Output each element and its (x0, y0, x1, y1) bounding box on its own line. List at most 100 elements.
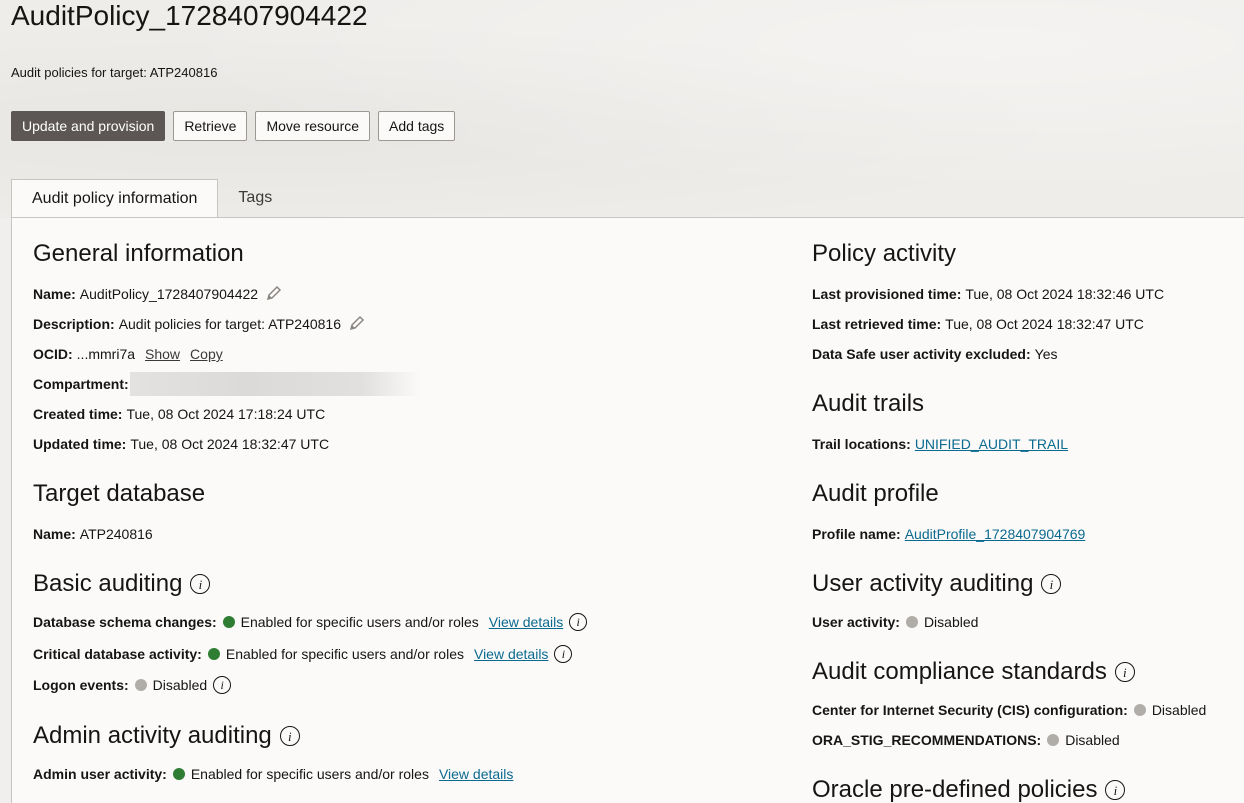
created-time-label: Created time: (33, 406, 123, 422)
user-activity-auditing-title: User activity auditing (812, 570, 1034, 597)
stig-recommendations-label: ORA_STIG_RECOMMENDATIONS: (812, 732, 1042, 748)
cis-configuration-label: Center for Internet Security (CIS) confi… (812, 702, 1128, 718)
trail-locations-row: Trail locations: UNIFIED_AUDIT_TRAIL (812, 435, 1068, 453)
profile-name-row: Profile name: AuditProfile_1728407904769 (812, 525, 1085, 543)
basic-auditing-info-icon[interactable]: i (190, 574, 211, 594)
cis-configuration-row: Center for Internet Security (CIS) confi… (812, 701, 1206, 719)
logon-events-row: Logon events: Disabled i (33, 676, 232, 694)
general-description-row: Description: Audit policies for target: … (33, 315, 365, 333)
target-database-title: Target database (33, 480, 206, 507)
ocid-value: ...mmri7a (76, 346, 136, 362)
user-activity-auditing-heading: User activity auditing i (812, 570, 1062, 598)
general-information-heading: General information (33, 240, 244, 268)
disabled-status-dot-icon (1047, 734, 1060, 746)
general-updated-row: Updated time: Tue, 08 Oct 2024 18:32:47 … (33, 435, 329, 453)
name-label: Name: (33, 286, 76, 302)
retrieve-button[interactable]: Retrieve (173, 111, 248, 141)
user-activity-excluded-row: Data Safe user activity excluded: Yes (812, 345, 1058, 363)
disabled-status-dot-icon (1133, 704, 1146, 716)
policy-activity-heading: Policy activity (812, 240, 956, 268)
last-retrieved-row: Last retrieved time: Tue, 08 Oct 2024 18… (812, 315, 1144, 333)
admin-activity-info-icon[interactable]: i (279, 726, 300, 746)
admin-user-activity-view-details-link[interactable]: View details (439, 766, 513, 782)
page-subtitle: Audit policies for target: ATP240816 (11, 65, 218, 80)
admin-user-activity-label: Admin user activity: (33, 766, 167, 782)
general-compartment-row: Compartment: (33, 372, 420, 396)
description-value: Audit policies for target: ATP240816 (118, 316, 342, 332)
stig-recommendations-row: ORA_STIG_RECOMMENDATIONS: Disabled (812, 731, 1120, 749)
critical-activity-view-details-link[interactable]: View details (474, 646, 548, 662)
predefined-policies-title: Oracle pre-defined policies (812, 776, 1098, 803)
profile-name-link[interactable]: AuditProfile_1728407904769 (905, 526, 1086, 542)
general-information-title: General information (33, 240, 244, 267)
admin-activity-heading: Admin activity auditing i (33, 722, 300, 750)
ocid-show-link[interactable]: Show (145, 346, 180, 362)
ocid-copy-link[interactable]: Copy (190, 346, 223, 362)
schema-changes-info-icon[interactable]: i (569, 613, 588, 631)
disabled-status-dot-icon (134, 679, 147, 691)
updated-time-value: Tue, 08 Oct 2024 18:32:47 UTC (130, 436, 330, 452)
enabled-status-dot-icon (207, 648, 220, 660)
trail-locations-link[interactable]: UNIFIED_AUDIT_TRAIL (915, 436, 1068, 452)
general-ocid-row: OCID: ...mmri7a Show Copy (33, 345, 223, 363)
tab-audit-policy-information[interactable]: Audit policy information (11, 179, 219, 219)
last-provisioned-label: Last provisioned time: (812, 286, 962, 302)
logon-events-label: Logon events: (33, 677, 129, 693)
edit-description-pencil-icon[interactable] (349, 315, 365, 334)
user-activity-row: User activity: Disabled (812, 613, 978, 631)
schema-changes-label: Database schema changes: (33, 614, 217, 630)
target-name-label: Name: (33, 526, 76, 542)
updated-time-label: Updated time: (33, 436, 127, 452)
logon-events-value: Disabled (152, 677, 208, 693)
name-value: AuditPolicy_1728407904422 (79, 286, 259, 302)
schema-changes-view-details-link[interactable]: View details (489, 614, 563, 630)
last-provisioned-row: Last provisioned time: Tue, 08 Oct 2024 … (812, 285, 1164, 303)
edit-name-pencil-icon[interactable] (266, 285, 282, 304)
critical-activity-label: Critical database activity: (33, 646, 202, 662)
tab-content-panel: General information Name: AuditPolicy_17… (11, 217, 1244, 803)
move-resource-button[interactable]: Move resource (255, 111, 371, 141)
last-provisioned-value: Tue, 08 Oct 2024 18:32:46 UTC (965, 286, 1165, 302)
audit-profile-heading: Audit profile (812, 480, 939, 508)
predefined-policies-info-icon[interactable]: i (1105, 780, 1126, 800)
target-name-row: Name: ATP240816 (33, 525, 153, 543)
audit-trails-title: Audit trails (812, 390, 925, 417)
enabled-status-dot-icon (222, 616, 235, 628)
compartment-label: Compartment: (33, 376, 129, 392)
user-activity-excluded-label: Data Safe user activity excluded: (812, 346, 1031, 362)
last-retrieved-value: Tue, 08 Oct 2024 18:32:47 UTC (945, 316, 1144, 332)
action-toolbar: Update and provision Retrieve Move resou… (11, 111, 456, 141)
basic-auditing-heading: Basic auditing i (33, 570, 211, 598)
tab-tags[interactable]: Tags (218, 179, 292, 218)
logon-events-info-icon[interactable]: i (213, 676, 232, 694)
update-and-provision-button[interactable]: Update and provision (11, 111, 166, 141)
admin-activity-title: Admin activity auditing (33, 722, 272, 749)
last-retrieved-label: Last retrieved time: (812, 316, 942, 332)
critical-activity-row: Critical database activity: Enabled for … (33, 645, 573, 663)
critical-activity-value: Enabled for specific users and/or roles (225, 646, 464, 662)
target-database-heading: Target database (33, 480, 205, 508)
admin-user-activity-value: Enabled for specific users and/or roles (190, 766, 429, 782)
add-tags-button[interactable]: Add tags (378, 111, 456, 141)
ocid-label: OCID: (33, 346, 73, 362)
target-name-value: ATP240816 (79, 526, 153, 542)
user-activity-auditing-info-icon[interactable]: i (1041, 574, 1062, 594)
schema-changes-value: Enabled for specific users and/or roles (240, 614, 479, 630)
admin-user-activity-row: Admin user activity: Enabled for specifi… (33, 765, 513, 783)
critical-activity-info-icon[interactable]: i (554, 645, 573, 663)
audit-compliance-heading: Audit compliance standards i (812, 658, 1135, 686)
predefined-policies-heading: Oracle pre-defined policies i (812, 776, 1126, 803)
schema-changes-row: Database schema changes: Enabled for spe… (33, 613, 588, 631)
page-title: AuditPolicy_1728407904422 (11, 0, 368, 31)
audit-profile-title: Audit profile (812, 480, 939, 507)
general-name-row: Name: AuditPolicy_1728407904422 (33, 285, 282, 303)
user-activity-value: Disabled (923, 614, 979, 630)
enabled-status-dot-icon (172, 768, 185, 780)
user-activity-excluded-value: Yes (1034, 346, 1058, 362)
stig-recommendations-value: Disabled (1065, 732, 1120, 748)
general-created-row: Created time: Tue, 08 Oct 2024 17:18:24 … (33, 405, 325, 423)
cis-configuration-value: Disabled (1151, 702, 1207, 718)
audit-compliance-info-icon[interactable]: i (1114, 662, 1135, 682)
disabled-status-dot-icon (905, 616, 918, 628)
basic-auditing-title: Basic auditing (33, 570, 183, 597)
